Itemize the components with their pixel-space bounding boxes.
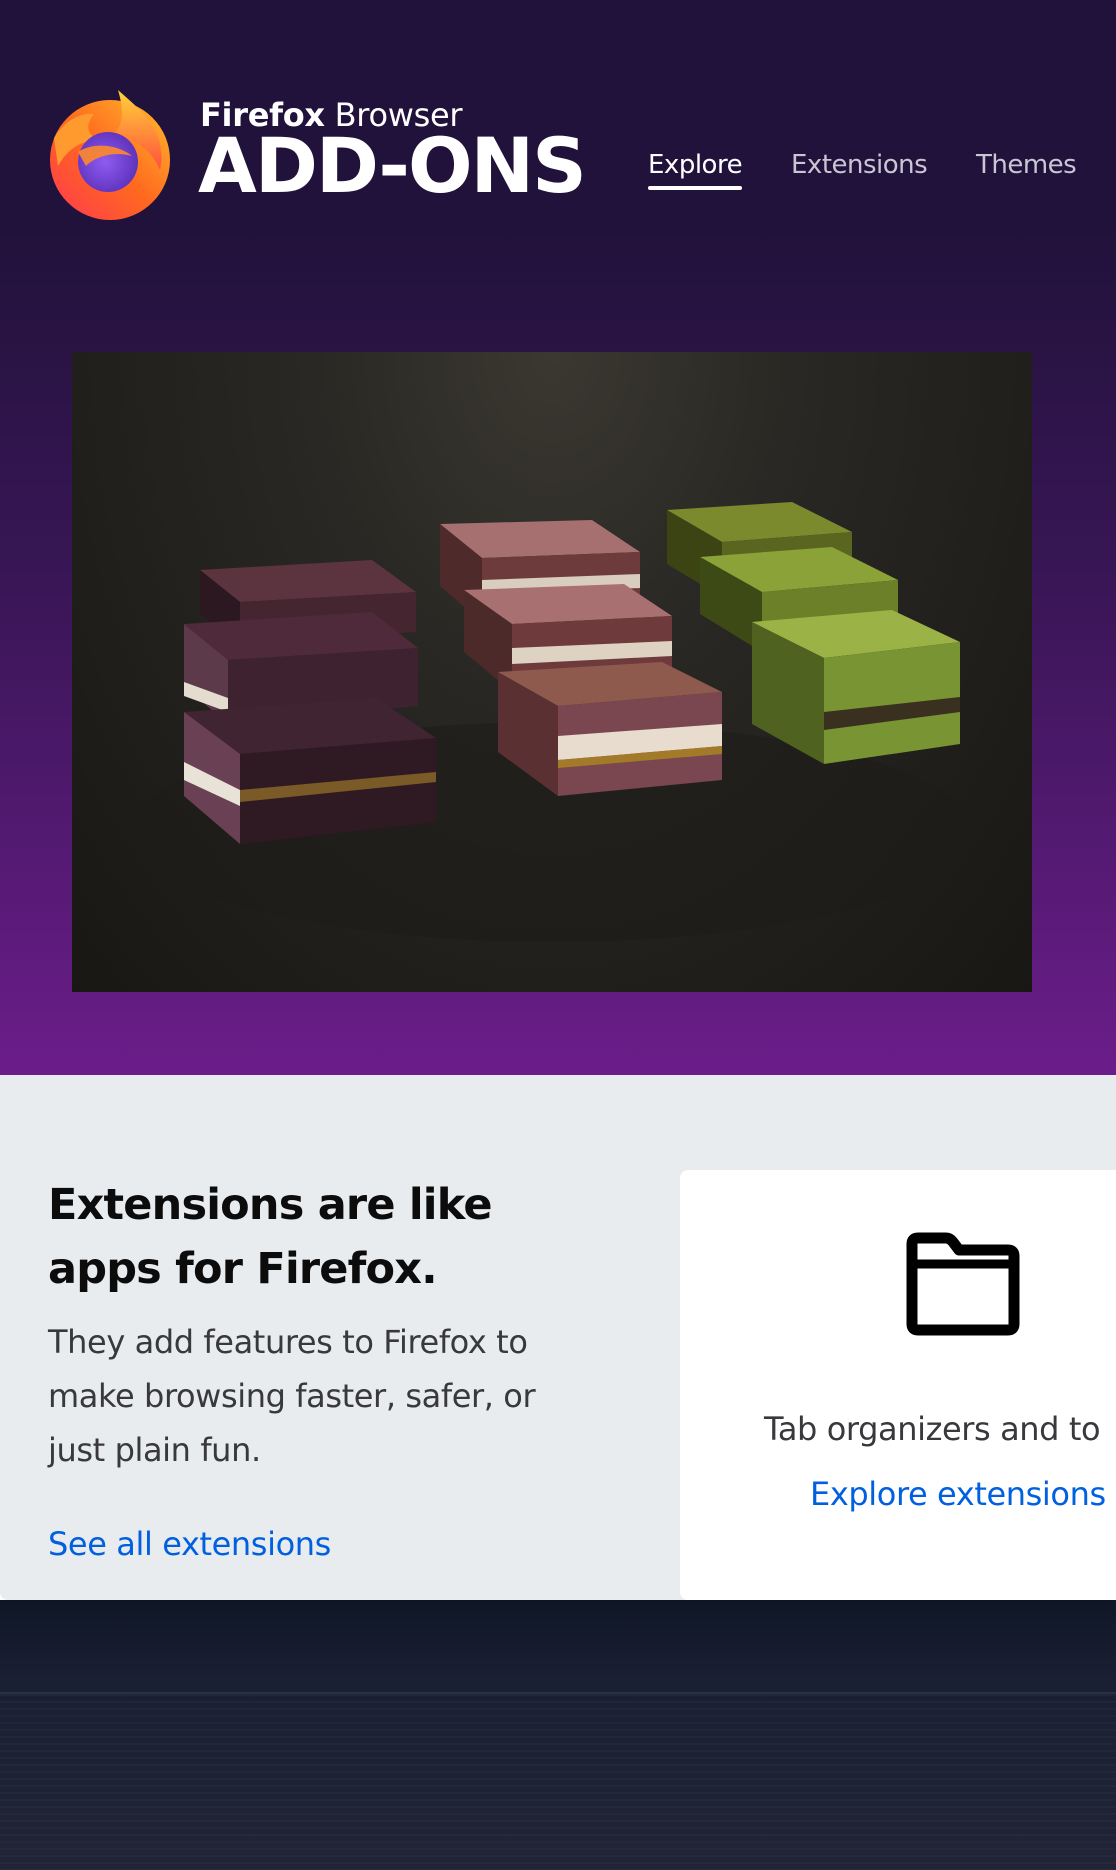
nav-explore[interactable]: Explore [648,150,743,190]
card-description: Tab organizers and to [764,1410,1101,1448]
extension-category-card[interactable]: Tab organizers and to Explore extensions [680,1170,1116,1600]
extensions-promo-title: Extensions are like apps for Firefox. [48,1180,493,1294]
explore-extensions-link[interactable]: Explore extensions [810,1475,1106,1513]
main-nav: Explore Extensions Themes [0,150,1116,190]
fudge-illustration [132,502,972,942]
extensions-promo-text: They add features to Firefox to make bro… [48,1323,536,1469]
folder-icon [906,1232,1020,1336]
chocolate-fudge-pieces [184,560,436,844]
nav-extensions[interactable]: Extensions [791,150,928,180]
hero-photo [72,352,1032,992]
dark-footer-backdrop [0,1600,1116,1870]
nav-themes[interactable]: Themes [976,150,1077,180]
hero-section: Firefox Browser ADD-ONS Explore Extensio… [0,0,1116,1075]
see-all-extensions-link[interactable]: See all extensions [48,1525,331,1563]
wood-texture [0,1694,1116,1870]
